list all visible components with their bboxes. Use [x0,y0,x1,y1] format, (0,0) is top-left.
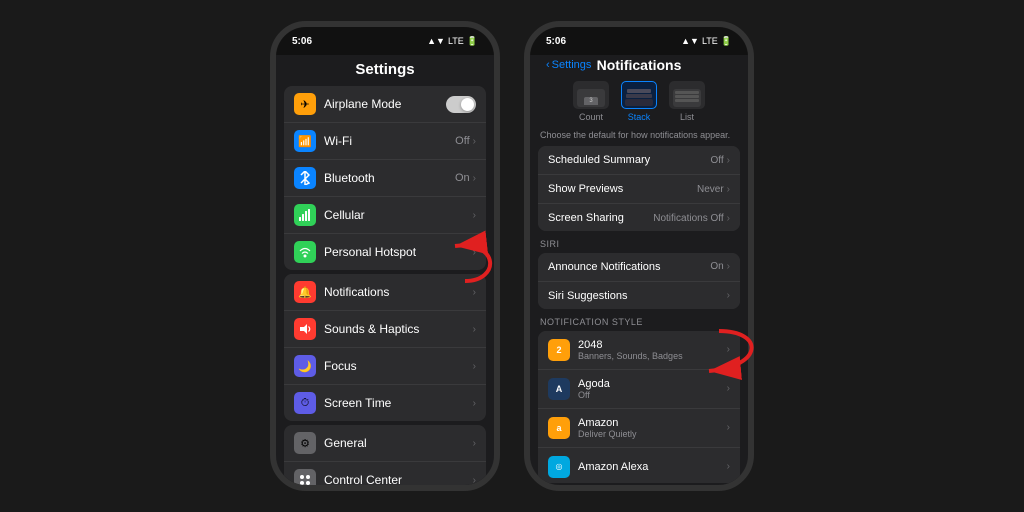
chevron-icon: › [473,398,476,409]
airplane-toggle[interactable] [446,96,476,113]
chevron-icon: › [473,210,476,221]
left-phone: 5:06 ▲▼ LTE 🔋 Settings ✈ Airplane Mode [270,21,500,491]
right-status-bar: 5:06 ▲▼ LTE 🔋 [530,27,748,55]
chevron-icon: › [473,324,476,335]
notif-screen-sharing[interactable]: Screen Sharing Notifications Off › [538,204,740,231]
left-time: 5:06 [292,36,312,47]
notif-main-section: Scheduled Summary Off › Show Previews Ne… [538,146,740,231]
notif-header: ‹ Settings Notifications [530,55,748,75]
siri-section: Announce Notifications On › Siri Suggest… [538,253,740,309]
right-phone: 5:06 ▲▼ LTE 🔋 ‹ Settings Notifications [524,21,754,491]
airplane-icon: ✈ [294,93,316,115]
notif-scheduled-summary[interactable]: Scheduled Summary Off › [538,146,740,175]
settings-section-2: 🔔 Notifications › Sounds & Haptics › [284,274,486,421]
cellular-icon [294,204,316,226]
chevron-icon: › [473,247,476,258]
chevron-icon: › [727,383,730,394]
style-list[interactable]: List [669,81,705,122]
app-2048-icon: 2 [548,339,570,361]
settings-screentime[interactable]: ⏱ Screen Time › [284,385,486,421]
app-amazon[interactable]: a Amazon Deliver Quietly › [538,409,740,448]
right-screen: ‹ Settings Notifications 3 Count [530,55,748,485]
app-amazon-icon: a [548,417,570,439]
back-button[interactable]: ‹ Settings [546,59,591,71]
app-2048[interactable]: 2 2048 Banners, Sounds, Badges › [538,331,740,370]
chevron-icon: › [727,155,730,166]
app-alexa-icon: ◎ [548,456,570,478]
settings-general[interactable]: ⚙ General › [284,425,486,462]
settings-control-center[interactable]: Control Center › [284,462,486,485]
notif-apps-section: 2 2048 Banners, Sounds, Badges › A Agoda… [538,331,740,483]
app-alexa-label: Amazon Alexa [578,461,727,473]
chevron-icon: › [473,173,476,184]
notif-show-previews[interactable]: Show Previews Never › [538,175,740,204]
settings-section-1: ✈ Airplane Mode 📶 Wi-Fi Off › [284,86,486,270]
app-agoda[interactable]: A Agoda Off › [538,370,740,409]
chevron-icon: › [473,287,476,298]
sounds-icon [294,318,316,340]
settings-cellular[interactable]: Cellular › [284,197,486,234]
right-status-right: ▲▼ LTE 🔋 [681,36,732,47]
left-status-bar: 5:06 ▲▼ LTE 🔋 [276,27,494,55]
chevron-icon: › [473,136,476,147]
notif-title: Notifications [597,57,682,73]
settings-section-3: ⚙ General › Contro [284,425,486,485]
general-icon: ⚙ [294,432,316,454]
settings-title: Settings [292,61,478,78]
screentime-icon: ⏱ [294,392,316,414]
left-screen: Settings ✈ Airplane Mode 📶 Wi-Fi Off › [276,55,494,485]
control-center-icon [294,469,316,485]
settings-sounds[interactable]: Sounds & Haptics › [284,311,486,348]
siri-suggestions[interactable]: Siri Suggestions › [538,282,740,309]
siri-announce-notif[interactable]: Announce Notifications On › [538,253,740,282]
chevron-icon: › [727,290,730,301]
chevron-icon: › [473,361,476,372]
app-agoda-icon: A [548,378,570,400]
settings-hotspot[interactable]: Personal Hotspot › [284,234,486,270]
right-time: 5:06 [546,36,566,47]
bluetooth-icon [294,167,316,189]
left-phone-body: 5:06 ▲▼ LTE 🔋 Settings ✈ Airplane Mode [270,21,500,491]
settings-airplane-mode[interactable]: ✈ Airplane Mode [284,86,486,123]
settings-notifications[interactable]: 🔔 Notifications › [284,274,486,311]
chevron-icon: › [727,344,730,355]
settings-focus[interactable]: 🌙 Focus › [284,348,486,385]
app-amazon-alexa[interactable]: ◎ Amazon Alexa › [538,448,740,483]
settings-bluetooth[interactable]: Bluetooth On › [284,160,486,197]
settings-list: ✈ Airplane Mode 📶 Wi-Fi Off › [276,82,494,485]
chevron-icon: › [727,213,730,224]
wifi-icon: 📶 [294,130,316,152]
right-phone-body: 5:06 ▲▼ LTE 🔋 ‹ Settings Notifications [524,21,754,491]
siri-section-header: SIRI [530,233,748,251]
style-stack[interactable]: Stack [621,81,657,122]
app-2048-label: 2048 Banners, Sounds, Badges [578,339,727,361]
notif-style-selector: 3 Count Stack [530,75,748,128]
left-status-right: ▲▼ LTE 🔋 [427,36,478,47]
notif-style-header: NOTIFICATION STYLE [530,311,748,329]
notifications-icon: 🔔 [294,281,316,303]
style-count[interactable]: 3 Count [573,81,609,122]
settings-wifi[interactable]: 📶 Wi-Fi Off › [284,123,486,160]
app-amazon-label: Amazon Deliver Quietly [578,417,727,439]
chevron-icon: › [727,184,730,195]
hotspot-icon [294,241,316,263]
chevron-icon: › [473,438,476,449]
settings-header: Settings [276,55,494,82]
chevron-icon: › [727,461,730,472]
notif-hint: Choose the default for how notifications… [530,128,748,144]
chevron-icon: › [727,261,730,272]
focus-icon: 🌙 [294,355,316,377]
app-agoda-label: Agoda Off [578,378,727,400]
chevron-icon: › [727,422,730,433]
chevron-icon: › [473,475,476,486]
